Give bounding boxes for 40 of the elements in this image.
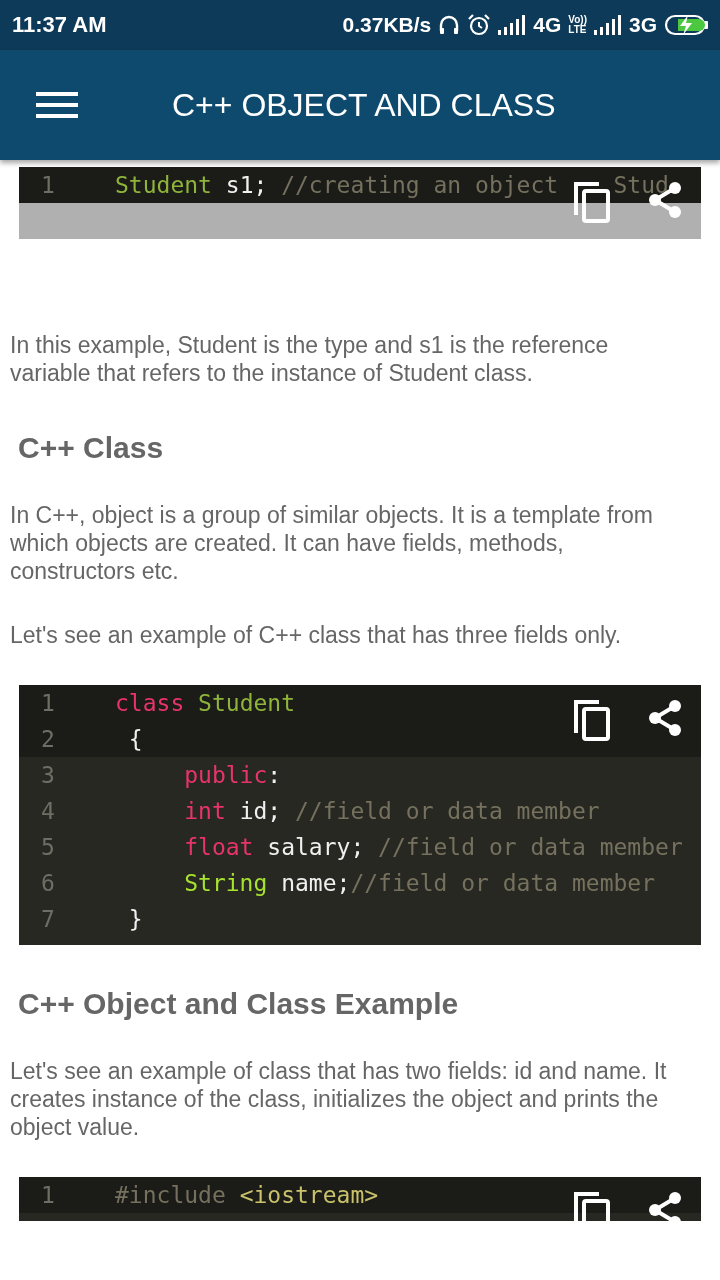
copy-icon[interactable]	[573, 699, 611, 741]
line-number: 2	[40, 726, 56, 752]
alarm-icon	[467, 13, 492, 37]
line-number: 6	[40, 870, 56, 896]
code-line: Student s1; //creating an object Stud	[115, 172, 669, 198]
status-time: 11:37 AM	[12, 12, 107, 38]
paragraph: Let's see an example of class that has two fields: id and name. It creates instance of the class, initializes the object and prints the object value.	[10, 1057, 668, 1142]
line-number: 7	[40, 906, 56, 932]
app-bar-title: C++ OBJECT AND CLASS	[172, 86, 556, 124]
paragraph: In C++, object is a group of similar objects. It is a template from which objects are created. It can have fields, methods, constructors etc.	[10, 501, 654, 586]
paragraph: In this example, Student is the type and s1 is the reference variable that refers to the instance of Student class.	[10, 331, 610, 388]
network-type: 4G	[533, 13, 562, 37]
copy-icon[interactable]	[573, 181, 611, 223]
line-number: 4	[40, 798, 56, 824]
menu-icon[interactable]	[36, 91, 78, 119]
network-type: 3G	[629, 13, 657, 37]
share-icon[interactable]	[647, 699, 683, 737]
code-line: #include <iostream>	[115, 1182, 379, 1208]
code-line: public:	[183, 762, 282, 788]
line-number: 1	[40, 1182, 56, 1208]
line-number: 1	[40, 172, 56, 198]
code-line: class Student	[115, 690, 296, 716]
code-line: String name;//field or data member	[183, 870, 656, 896]
code-line: int id; //field or data member	[183, 798, 600, 824]
section-heading: C++ Class	[18, 430, 165, 466]
volte-indicator: Vo)) LTE	[568, 15, 587, 35]
headphones-icon	[438, 14, 461, 36]
network-speed: 0.37KB/s	[342, 13, 432, 37]
line-number: 5	[40, 834, 56, 860]
scrollbar[interactable]	[19, 203, 701, 239]
paragraph: Let's see an example of C++ class that has three fields only.	[10, 621, 623, 650]
code-line: {	[127, 726, 143, 752]
signal-icon	[594, 15, 622, 35]
battery-charging-icon	[664, 14, 710, 36]
line-number: 1	[40, 690, 56, 716]
line-number: 3	[40, 762, 56, 788]
code-line: }	[127, 906, 143, 932]
section-heading: C++ Object and Class Example	[18, 986, 460, 1022]
code-line: float salary; //field or data member	[183, 834, 683, 860]
signal-icon	[498, 15, 527, 35]
